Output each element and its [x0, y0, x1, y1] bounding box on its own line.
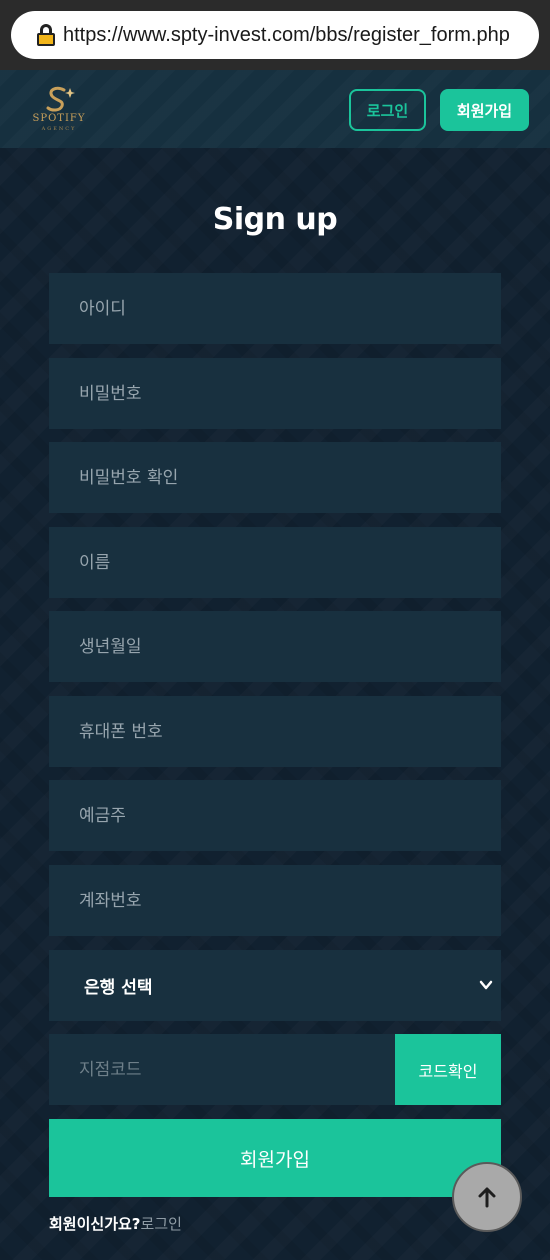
password-input[interactable] [49, 358, 501, 429]
logo-text: SPOTIFY [32, 113, 86, 124]
name-input[interactable] [49, 527, 501, 598]
address-bar[interactable]: https://www.spty-invest.com/bbs/register… [11, 11, 539, 59]
site-logo[interactable]: SPOTIFY AGENCY [26, 84, 92, 136]
password-confirm-input[interactable] [49, 442, 501, 513]
account-number-input[interactable] [49, 865, 501, 936]
page-title: Sign up [212, 202, 338, 237]
birthdate-input[interactable] [49, 611, 501, 682]
scroll-top-button[interactable] [452, 1162, 522, 1232]
code-check-button[interactable]: 코드확인 [395, 1034, 501, 1105]
lock-icon [37, 24, 55, 46]
branch-code-input[interactable] [49, 1034, 395, 1105]
arrow-up-icon [478, 1187, 496, 1208]
logo-emblem-icon [46, 86, 75, 112]
browser-toolbar: https://www.spty-invest.com/bbs/register… [0, 0, 550, 70]
bank-select[interactable]: 은행 선택 [49, 950, 501, 1021]
logo-subtext: AGENCY [41, 126, 77, 132]
login-prompt: 회원이신가요?로그인 [49, 1213, 182, 1234]
register-page: SPOTIFY AGENCY 로그인 회원가입 Sign up 은행 선택 코드… [0, 70, 550, 1260]
site-header: SPOTIFY AGENCY 로그인 회원가입 [0, 70, 550, 148]
header-login-button[interactable]: 로그인 [349, 89, 426, 131]
phone-input[interactable] [49, 696, 501, 767]
bank-select-value: 은행 선택 [84, 978, 153, 998]
url-text: https://www.spty-invest.com/bbs/register… [63, 23, 510, 46]
username-input[interactable] [49, 273, 501, 344]
member-question: 회원이신가요? [49, 1215, 141, 1233]
chevron-down-icon [479, 980, 493, 990]
login-link[interactable]: 로그인 [141, 1215, 182, 1233]
header-join-button[interactable]: 회원가입 [440, 89, 529, 131]
submit-register-button[interactable]: 회원가입 [49, 1119, 501, 1197]
account-holder-input[interactable] [49, 780, 501, 851]
